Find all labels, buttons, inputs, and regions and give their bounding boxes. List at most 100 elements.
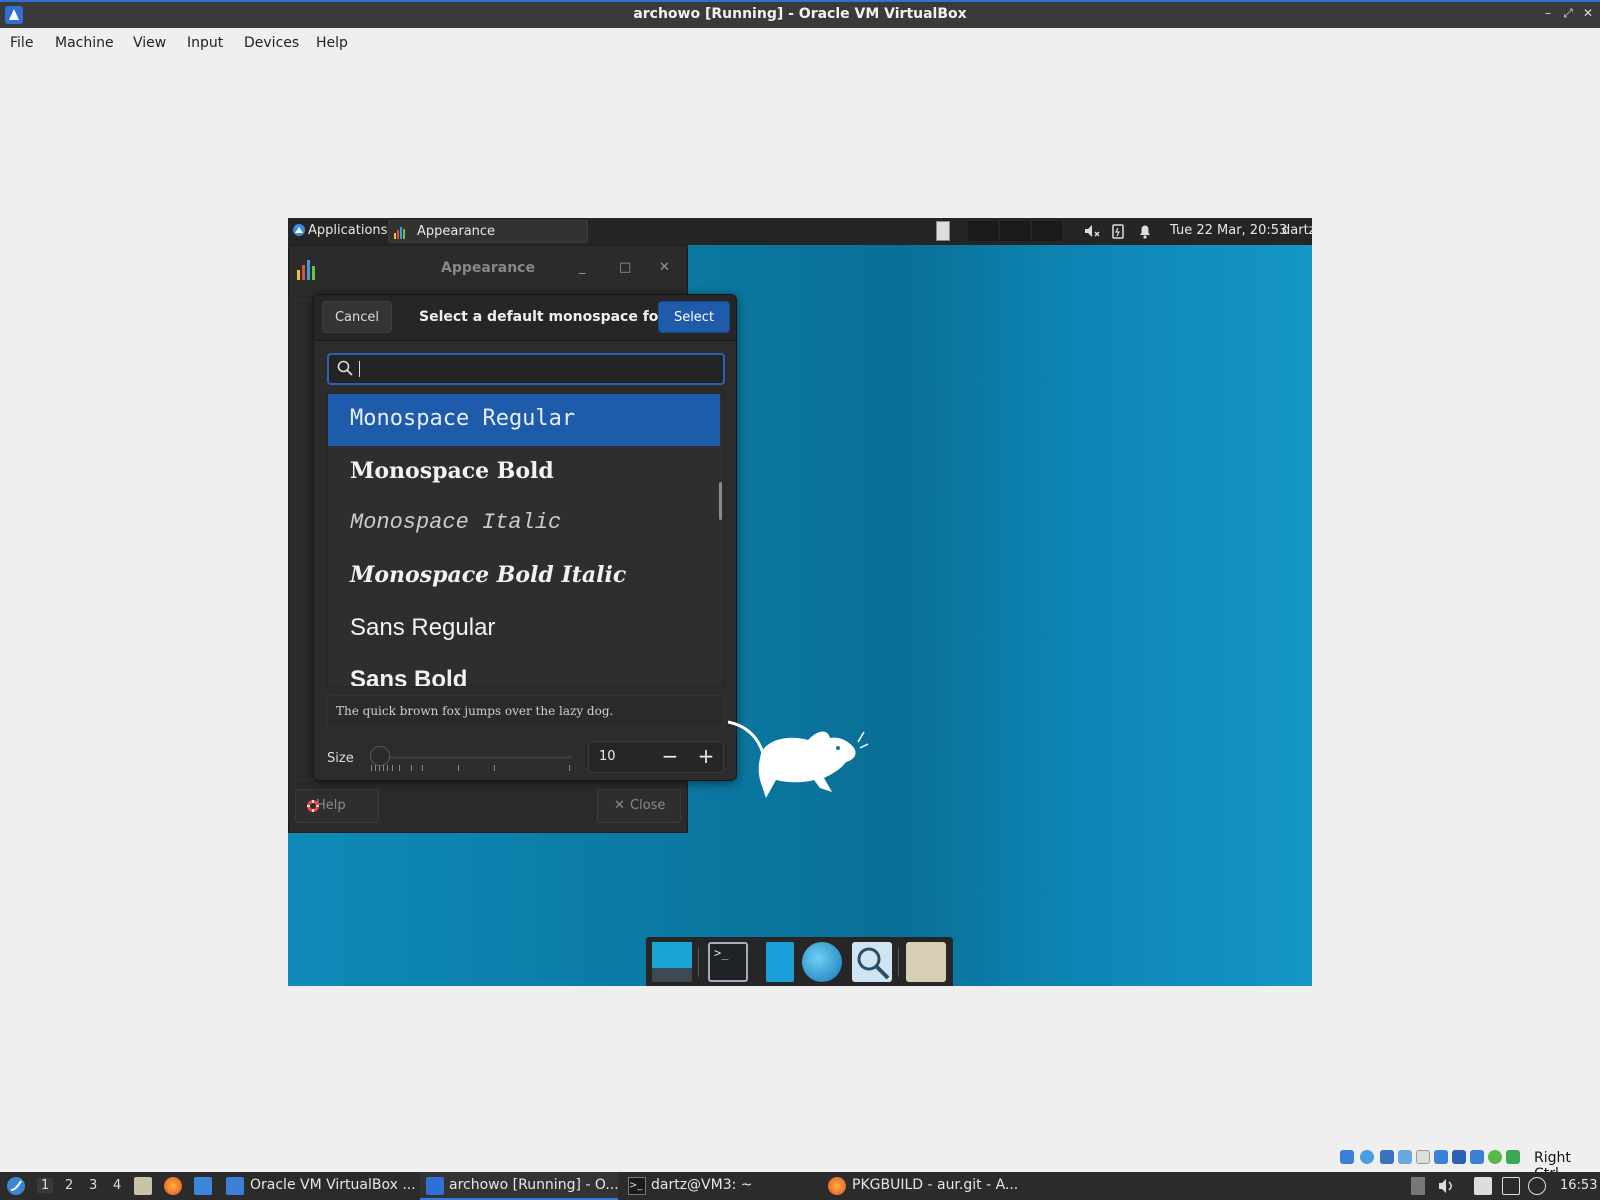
applications-menu[interactable]: Applications <box>308 223 387 238</box>
workspace-3-button[interactable]: 3 <box>89 1178 97 1193</box>
taskbar-item-virtualbox[interactable]: Oracle VM VirtualBox ... <box>250 1177 416 1193</box>
menu-file[interactable]: File <box>10 35 33 51</box>
usb-icon[interactable] <box>1398 1150 1412 1164</box>
keyboard-capture-icon[interactable] <box>1506 1150 1520 1164</box>
maximize-button[interactable]: ⤢ <box>1560 6 1576 21</box>
help-button[interactable]: Help <box>295 789 379 823</box>
workspace-2-button[interactable]: 2 <box>65 1178 73 1193</box>
slider-tick <box>399 765 400 771</box>
size-decrease-button[interactable]: − <box>657 745 683 769</box>
terminal-icon[interactable]: >_ <box>708 942 748 982</box>
host-titlebar: archowo [Running] - Oracle VM VirtualBox… <box>0 0 1600 28</box>
workspace-indicator[interactable] <box>936 221 950 241</box>
volume-muted-icon[interactable] <box>1084 224 1100 238</box>
font-search[interactable] <box>327 353 725 385</box>
menu-help[interactable]: Help <box>316 35 348 51</box>
guest-top-panel: Applications ⋮ Appearance Tue 22 M <box>288 218 1312 245</box>
font-item-monospace-bold-italic[interactable]: Monospace Bold Italic <box>328 550 720 602</box>
slider-tick <box>569 765 570 771</box>
file-manager-icon[interactable] <box>766 942 794 982</box>
hard-disk-icon[interactable] <box>1340 1150 1354 1164</box>
size-increase-button[interactable]: + <box>693 745 719 769</box>
appearance-minimize[interactable]: _ <box>579 260 586 275</box>
size-value[interactable]: 10 <box>599 749 616 764</box>
menubar: File Machine View Input Devices Help <box>0 28 1600 58</box>
xfce-applications-icon[interactable] <box>292 223 306 237</box>
folder-icon[interactable] <box>906 942 946 982</box>
dialog-header: Cancel Select a default monospace font S… <box>314 295 736 341</box>
workspace-1-button[interactable]: 1 <box>37 1178 54 1193</box>
taskbar-item-terminal[interactable]: dartz@VM3: ~ <box>651 1177 753 1193</box>
font-item-monospace-italic[interactable]: Monospace Italic <box>328 498 720 550</box>
menu-input[interactable]: Input <box>187 35 223 51</box>
workspace-4-button[interactable]: 4 <box>113 1178 121 1193</box>
font-list-scrollbar[interactable] <box>719 482 722 520</box>
network-icon[interactable] <box>1380 1150 1394 1164</box>
optical-drive-icon[interactable] <box>1360 1150 1374 1164</box>
files-launcher-icon[interactable] <box>134 1177 152 1195</box>
guest-display[interactable]: Applications ⋮ Appearance Tue 22 M <box>288 218 1312 986</box>
show-desktop-icon[interactable] <box>652 942 692 982</box>
font-preview[interactable]: The quick brown fox jumps over the lazy … <box>327 695 725 727</box>
guest-user[interactable]: dartz <box>1282 223 1312 238</box>
appearance-icon <box>394 227 405 239</box>
close-button[interactable]: ✕ <box>1580 6 1596 20</box>
size-spinbox[interactable]: 10 − + <box>588 741 724 773</box>
recording-icon[interactable] <box>1452 1150 1466 1164</box>
minimize-button[interactable]: – <box>1540 6 1556 20</box>
terminal-task-icon: >_ <box>628 1177 646 1195</box>
clipboard-icon[interactable] <box>1474 1177 1492 1195</box>
select-button[interactable]: Select <box>658 301 730 333</box>
workspace-4[interactable] <box>1032 221 1062 241</box>
help-lifebuoy-icon <box>307 800 319 812</box>
slider-tick <box>383 765 384 771</box>
network-tray-icon[interactable] <box>1502 1177 1520 1195</box>
update-notifier-icon[interactable] <box>1528 1177 1546 1195</box>
desktop-launcher-icon[interactable] <box>194 1177 212 1195</box>
tray-up-arrow-icon[interactable] <box>1411 1177 1425 1195</box>
font-item-monospace-bold[interactable]: Monospace Bold <box>328 446 720 498</box>
menu-view[interactable]: View <box>133 35 166 51</box>
firefox-launcher-icon[interactable] <box>164 1177 182 1195</box>
taskbar-item-archowo[interactable]: archowo [Running] - O... <box>449 1177 619 1193</box>
panel-task-appearance[interactable]: Appearance <box>388 220 588 243</box>
display-icon[interactable] <box>1434 1150 1448 1164</box>
dialog-title: Select a default monospace font <box>419 309 676 325</box>
close-dialog-button[interactable]: ✕ Close <box>597 789 681 823</box>
workspace-3[interactable] <box>1000 221 1030 241</box>
slider-tick <box>411 765 412 771</box>
slider-tick <box>371 765 372 771</box>
notification-bell-icon[interactable] <box>1138 223 1152 239</box>
appearance-maximize[interactable]: □ <box>619 260 631 275</box>
window-title: archowo [Running] - Oracle VM VirtualBox <box>633 6 967 22</box>
size-slider-handle[interactable] <box>370 746 390 766</box>
cancel-button[interactable]: Cancel <box>322 301 392 333</box>
font-item-sans-bold[interactable]: Sans Bold <box>328 654 720 686</box>
menu-machine[interactable]: Machine <box>55 35 114 51</box>
slider-tick <box>387 765 388 771</box>
guest-clock[interactable]: Tue 22 Mar, 20:53 <box>1170 223 1287 238</box>
workspace-2[interactable] <box>968 221 998 241</box>
volume-icon[interactable] <box>1438 1178 1456 1194</box>
menu-devices[interactable]: Devices <box>244 35 299 51</box>
appearance-close[interactable]: ✕ <box>659 260 670 275</box>
battery-icon[interactable] <box>1112 223 1124 239</box>
dock-separator <box>698 947 699 977</box>
size-slider-track[interactable] <box>370 756 572 759</box>
dock-separator <box>898 947 899 977</box>
help-label: Help <box>316 798 346 813</box>
host-clock[interactable]: 16:53 <box>1560 1178 1597 1193</box>
start-menu-icon[interactable] <box>6 1176 26 1196</box>
font-item-monospace-regular[interactable]: Monospace Regular <box>328 394 720 446</box>
taskbar-item-pkgbuild[interactable]: PKGBUILD - aur.git - A... <box>852 1177 1018 1193</box>
cpu-icon[interactable] <box>1470 1150 1484 1164</box>
font-search-input[interactable] <box>359 359 709 379</box>
app-finder-icon[interactable] <box>852 942 892 982</box>
mouse-integration-icon[interactable] <box>1488 1150 1502 1164</box>
web-browser-icon[interactable] <box>802 942 842 982</box>
guest-dock: >_ <box>646 937 953 986</box>
close-label: Close <box>630 798 666 813</box>
font-item-sans-regular[interactable]: Sans Regular <box>328 602 720 654</box>
shared-folder-icon[interactable] <box>1416 1150 1430 1164</box>
font-list[interactable]: Monospace Regular Monospace Bold Monospa… <box>327 393 725 687</box>
